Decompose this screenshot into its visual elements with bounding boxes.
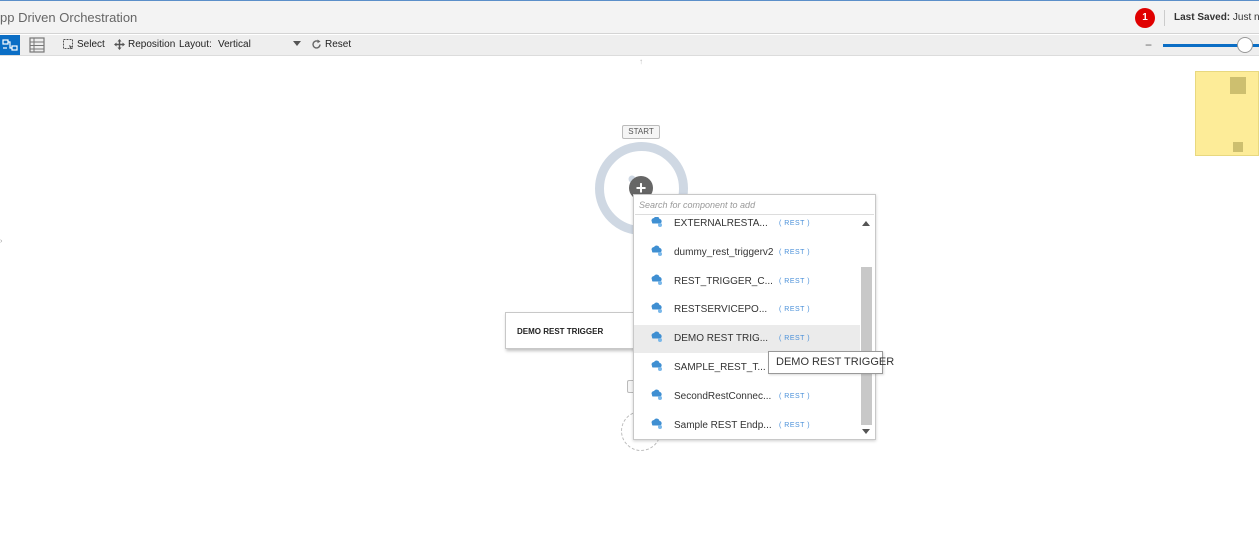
minimap[interactable] [1195, 71, 1259, 156]
rest-cloud-icon [651, 418, 662, 429]
component-name: SAMPLE_REST_T... [674, 362, 766, 373]
list-item[interactable]: SecondRestConnec... ( REST ) [634, 383, 860, 411]
component-list[interactable]: EXTERNALRESTA... ( REST ) dummy_rest_tri… [634, 217, 860, 439]
component-name: REST_TRIGGER_C... [674, 276, 773, 287]
flow-diagram-icon [2, 39, 18, 51]
list-view-button[interactable] [29, 37, 45, 53]
start-label: START [622, 125, 660, 139]
component-name: Sample REST Endp... [674, 420, 772, 431]
component-type: ( REST ) [779, 249, 811, 256]
edge-marker: › [0, 238, 3, 245]
component-type: ( REST ) [779, 220, 811, 227]
rest-cloud-icon [651, 245, 662, 256]
layout-label: Layout: [179, 39, 212, 50]
list-item[interactable]: REST_TRIGGER_C... ( REST ) [634, 268, 860, 296]
app-header: pp Driven Orchestration 1 Last Saved: Ju… [0, 1, 1259, 34]
select-label: Select [77, 39, 105, 50]
rest-cloud-icon [651, 331, 662, 342]
minimap-node [1233, 142, 1243, 152]
rest-cloud-icon [651, 302, 662, 313]
rest-cloud-icon [651, 360, 662, 371]
list-item[interactable]: EXTERNALRESTA... ( REST ) [634, 217, 860, 238]
rest-cloud-icon [651, 389, 662, 400]
list-item[interactable]: Sample REST Endp... ( REST ) [634, 412, 860, 439]
minimap-viewport [1230, 77, 1246, 94]
error-count-badge[interactable]: 1 [1135, 8, 1155, 28]
rest-cloud-icon [651, 274, 662, 285]
component-name: SecondRestConnec... [674, 391, 772, 402]
zoom-slider-handle[interactable] [1237, 37, 1253, 53]
callout-text: DEMO REST TRIGGER [517, 327, 604, 336]
reposition-label: Reposition [128, 39, 176, 50]
selected-trigger-callout: DEMO REST TRIGGER [505, 312, 644, 349]
last-saved-value: Just now [1232, 12, 1259, 23]
component-search-input[interactable] [635, 196, 874, 215]
reset-label: Reset [325, 39, 352, 50]
last-saved-status: Last Saved: Just now [1174, 12, 1259, 23]
component-type: ( REST ) [779, 335, 811, 342]
chevron-down-icon[interactable] [293, 41, 301, 46]
layout-select[interactable]: Vertical [218, 39, 251, 50]
header-divider [1164, 10, 1165, 26]
page-title: pp Driven Orchestration [0, 10, 138, 25]
canvas-toolbar: Select Reposition Layout: Vertical Reset… [0, 35, 1259, 56]
component-name: dummy_rest_triggerv2 [674, 247, 774, 258]
refresh-icon [312, 39, 321, 49]
component-name: EXTERNALRESTA... [674, 218, 768, 229]
canvas-view-button[interactable] [0, 35, 20, 55]
scrollbar-thumb[interactable] [861, 267, 872, 425]
component-name: RESTSERVICEPO... [674, 304, 768, 315]
reposition-mode-button[interactable]: Reposition [114, 39, 175, 50]
list-item[interactable]: dummy_rest_triggerv2 ( REST ) [634, 239, 860, 267]
move-icon [114, 39, 125, 50]
scroll-down-icon[interactable] [862, 429, 870, 434]
orchestration-canvas[interactable]: ↑ › START + DEMO REST TRIGGER EXTERNALRE… [0, 56, 1259, 533]
table-icon [29, 37, 45, 53]
component-type: ( REST ) [779, 278, 811, 285]
list-item-highlighted[interactable]: DEMO REST TRIG... ( REST ) [634, 325, 860, 353]
arrow-up-icon: ↑ [639, 57, 643, 66]
scroll-up-icon[interactable] [862, 221, 870, 226]
select-icon [63, 39, 73, 50]
reset-button[interactable]: Reset [311, 39, 351, 50]
item-tooltip: DEMO REST TRIGGER [768, 351, 894, 374]
component-type: ( REST ) [779, 422, 811, 429]
last-saved-label: Last Saved: [1174, 12, 1231, 23]
component-type: ( REST ) [779, 306, 811, 313]
component-type: ( REST ) [779, 393, 811, 400]
component-name: DEMO REST TRIG... [674, 333, 769, 344]
component-picker: EXTERNALRESTA... ( REST ) dummy_rest_tri… [633, 194, 876, 440]
list-item[interactable]: RESTSERVICEPO... ( REST ) [634, 296, 860, 324]
select-mode-button[interactable]: Select [63, 39, 105, 50]
zoom-out-icon[interactable]: − [1145, 38, 1152, 52]
rest-cloud-icon [651, 217, 662, 227]
